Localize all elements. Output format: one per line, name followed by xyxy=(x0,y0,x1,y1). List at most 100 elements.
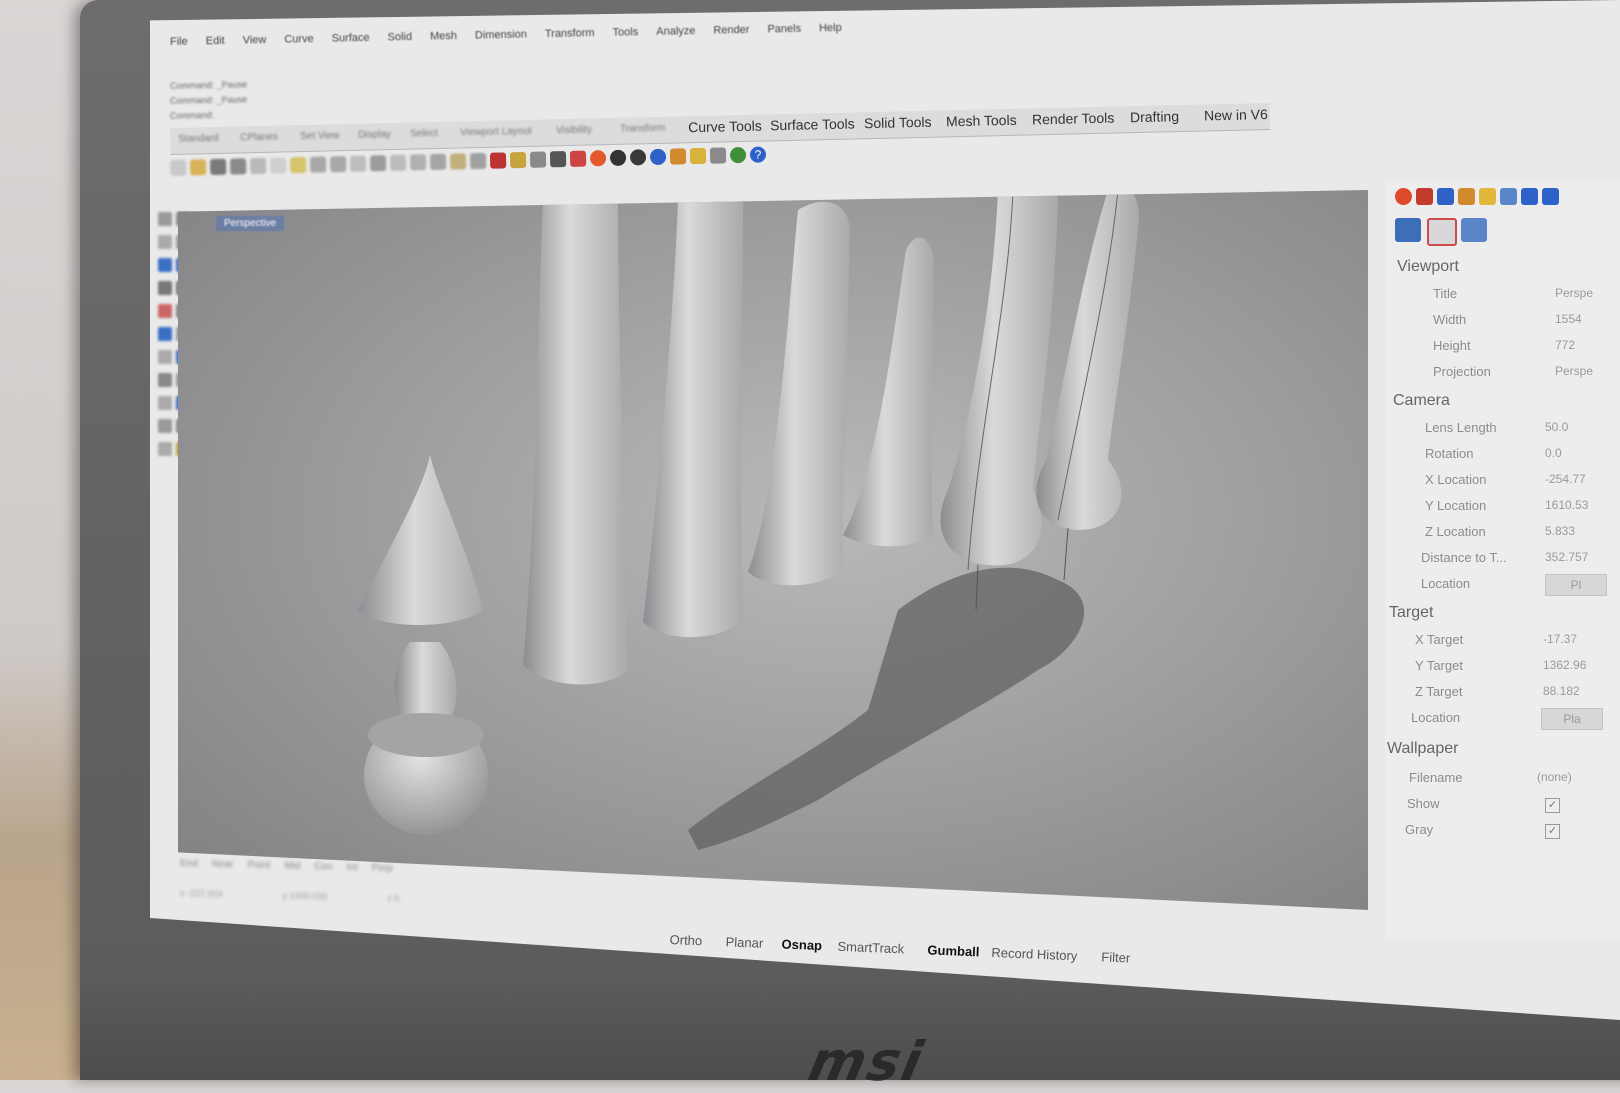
copy-icon[interactable] xyxy=(269,157,287,174)
viewport-tab-right[interactable]: Right xyxy=(248,834,272,846)
folder-icon[interactable] xyxy=(1479,188,1496,205)
prop-value[interactable]: 0.0 xyxy=(1545,446,1562,460)
prop-value[interactable]: 1610.53 xyxy=(1545,498,1588,512)
scale-icon[interactable] xyxy=(158,442,172,456)
zoom-extents-icon[interactable] xyxy=(429,153,447,171)
tab-display[interactable]: Display xyxy=(358,129,391,141)
tab-mesh-tools[interactable]: Mesh Tools xyxy=(946,112,1017,130)
viewport-tab-top[interactable]: Top xyxy=(327,836,343,847)
menu-help[interactable]: Help xyxy=(819,22,842,34)
hide-icon[interactable] xyxy=(509,151,527,169)
menu-file[interactable]: File xyxy=(170,36,188,48)
viewport-tab-front[interactable]: Front xyxy=(287,835,311,847)
status-planar[interactable]: Planar xyxy=(725,934,763,950)
viewport-perspective[interactable]: Perspective xyxy=(178,190,1368,910)
shaded-sphere-icon[interactable] xyxy=(609,149,627,167)
tab-set-view[interactable]: Set View xyxy=(300,130,340,142)
new-file-icon[interactable] xyxy=(170,159,187,176)
osnap-int[interactable]: Int xyxy=(347,862,358,873)
status-ortho[interactable]: Ortho xyxy=(669,932,702,948)
status-record-history[interactable]: Record History xyxy=(991,945,1078,963)
rendered-sphere-icon[interactable] xyxy=(629,149,647,166)
camera-icon[interactable] xyxy=(1395,218,1421,242)
polyline-icon[interactable] xyxy=(158,235,172,249)
help-icon[interactable]: ? xyxy=(749,146,767,163)
tab-surface-tools[interactable]: Surface Tools xyxy=(770,115,855,133)
menu-panels[interactable]: Panels xyxy=(767,23,801,36)
circle-icon[interactable] xyxy=(158,258,172,272)
blue-sphere-icon[interactable] xyxy=(649,148,667,166)
grid-icon[interactable] xyxy=(489,152,507,169)
status-gumball[interactable]: Gumball xyxy=(927,942,980,959)
help-panel-icon[interactable] xyxy=(1458,188,1475,205)
bulb-column-model[interactable] xyxy=(940,190,1058,611)
rectangle-icon[interactable] xyxy=(158,304,172,318)
menu-mesh[interactable]: Mesh xyxy=(430,30,457,43)
monitor-icon[interactable] xyxy=(1542,188,1559,205)
camera-place-button[interactable]: Pl xyxy=(1545,574,1607,596)
menu-tools[interactable]: Tools xyxy=(612,26,638,39)
wallpaper-gray-checkbox[interactable]: ✓ xyxy=(1545,824,1560,839)
zoom-icon[interactable] xyxy=(389,154,407,172)
zoom-selected-icon[interactable] xyxy=(449,153,467,170)
redo-icon[interactable] xyxy=(329,156,347,173)
wallpaper-show-checkbox[interactable]: ✓ xyxy=(1545,798,1560,813)
wrench-icon[interactable] xyxy=(1461,218,1487,242)
tab-standard[interactable]: Standard xyxy=(178,133,219,145)
gear-icon[interactable] xyxy=(689,147,707,165)
small-cone-model[interactable] xyxy=(843,237,934,547)
prop-value[interactable]: -17.37 xyxy=(1543,632,1577,646)
prop-value[interactable]: 88.182 xyxy=(1543,684,1580,698)
viewport-tab-perspective[interactable]: Perspective xyxy=(180,832,233,844)
four-view-icon[interactable] xyxy=(469,152,487,170)
osnap-near[interactable]: Near xyxy=(212,859,234,871)
tab-visibility[interactable]: Visibility xyxy=(556,124,592,136)
display-icon[interactable] xyxy=(1437,188,1454,205)
material-icon[interactable] xyxy=(569,150,587,167)
box-icon[interactable] xyxy=(158,350,172,364)
frame-icon[interactable] xyxy=(1427,218,1457,246)
zoom-window-icon[interactable] xyxy=(409,154,427,171)
tab-cplanes[interactable]: CPlanes xyxy=(240,132,278,144)
prop-value[interactable]: 5.833 xyxy=(1545,524,1575,538)
move-icon[interactable] xyxy=(158,419,172,433)
cone-model[interactable] xyxy=(748,201,850,586)
menu-analyze[interactable]: Analyze xyxy=(656,25,695,38)
tab-render-tools[interactable]: Render Tools xyxy=(1032,110,1115,128)
object-properties-icon[interactable] xyxy=(1395,188,1412,205)
menu-solid[interactable]: Solid xyxy=(387,31,412,44)
paste-icon[interactable] xyxy=(289,156,307,174)
tapered-column-model[interactable] xyxy=(643,200,743,638)
prop-value[interactable]: 1362.96 xyxy=(1543,658,1586,672)
menu-render[interactable]: Render xyxy=(713,24,749,37)
split-icon[interactable] xyxy=(158,396,172,410)
target-place-button[interactable]: Pla xyxy=(1541,708,1603,730)
save-icon[interactable] xyxy=(209,158,227,176)
cut-icon[interactable] xyxy=(249,157,267,175)
layers-icon[interactable] xyxy=(1416,188,1433,205)
layer-icon[interactable] xyxy=(549,151,567,168)
tab-transform[interactable]: Transform xyxy=(620,123,665,135)
status-smarttrack[interactable]: SmartTrack xyxy=(837,939,904,957)
tab-new-in-v6[interactable]: New in V6 xyxy=(1204,106,1268,123)
wallpaper-filename[interactable]: (none) xyxy=(1537,770,1572,784)
ellipse-icon[interactable] xyxy=(158,281,172,295)
tab-solid-tools[interactable]: Solid Tools xyxy=(864,114,932,132)
print-icon[interactable] xyxy=(229,158,247,175)
prop-value[interactable]: Perspe xyxy=(1555,286,1593,300)
lock-icon[interactable] xyxy=(529,151,547,168)
fillet-icon[interactable] xyxy=(158,373,172,387)
prop-value[interactable]: 352.757 xyxy=(1545,550,1588,564)
tab-select[interactable]: Select xyxy=(410,128,438,140)
osnap-point[interactable]: Point xyxy=(247,860,270,872)
point-icon[interactable] xyxy=(158,212,172,226)
tall-column-model[interactable] xyxy=(523,200,628,685)
select-icon[interactable] xyxy=(709,147,727,164)
menu-edit[interactable]: Edit xyxy=(206,35,225,47)
prop-value[interactable]: -254.77 xyxy=(1545,472,1586,486)
menu-curve[interactable]: Curve xyxy=(284,33,314,46)
open-file-icon[interactable] xyxy=(189,159,207,176)
rotate-view-icon[interactable] xyxy=(369,155,387,172)
menu-surface[interactable]: Surface xyxy=(332,32,370,45)
osnap-mid[interactable]: Mid xyxy=(284,861,300,872)
